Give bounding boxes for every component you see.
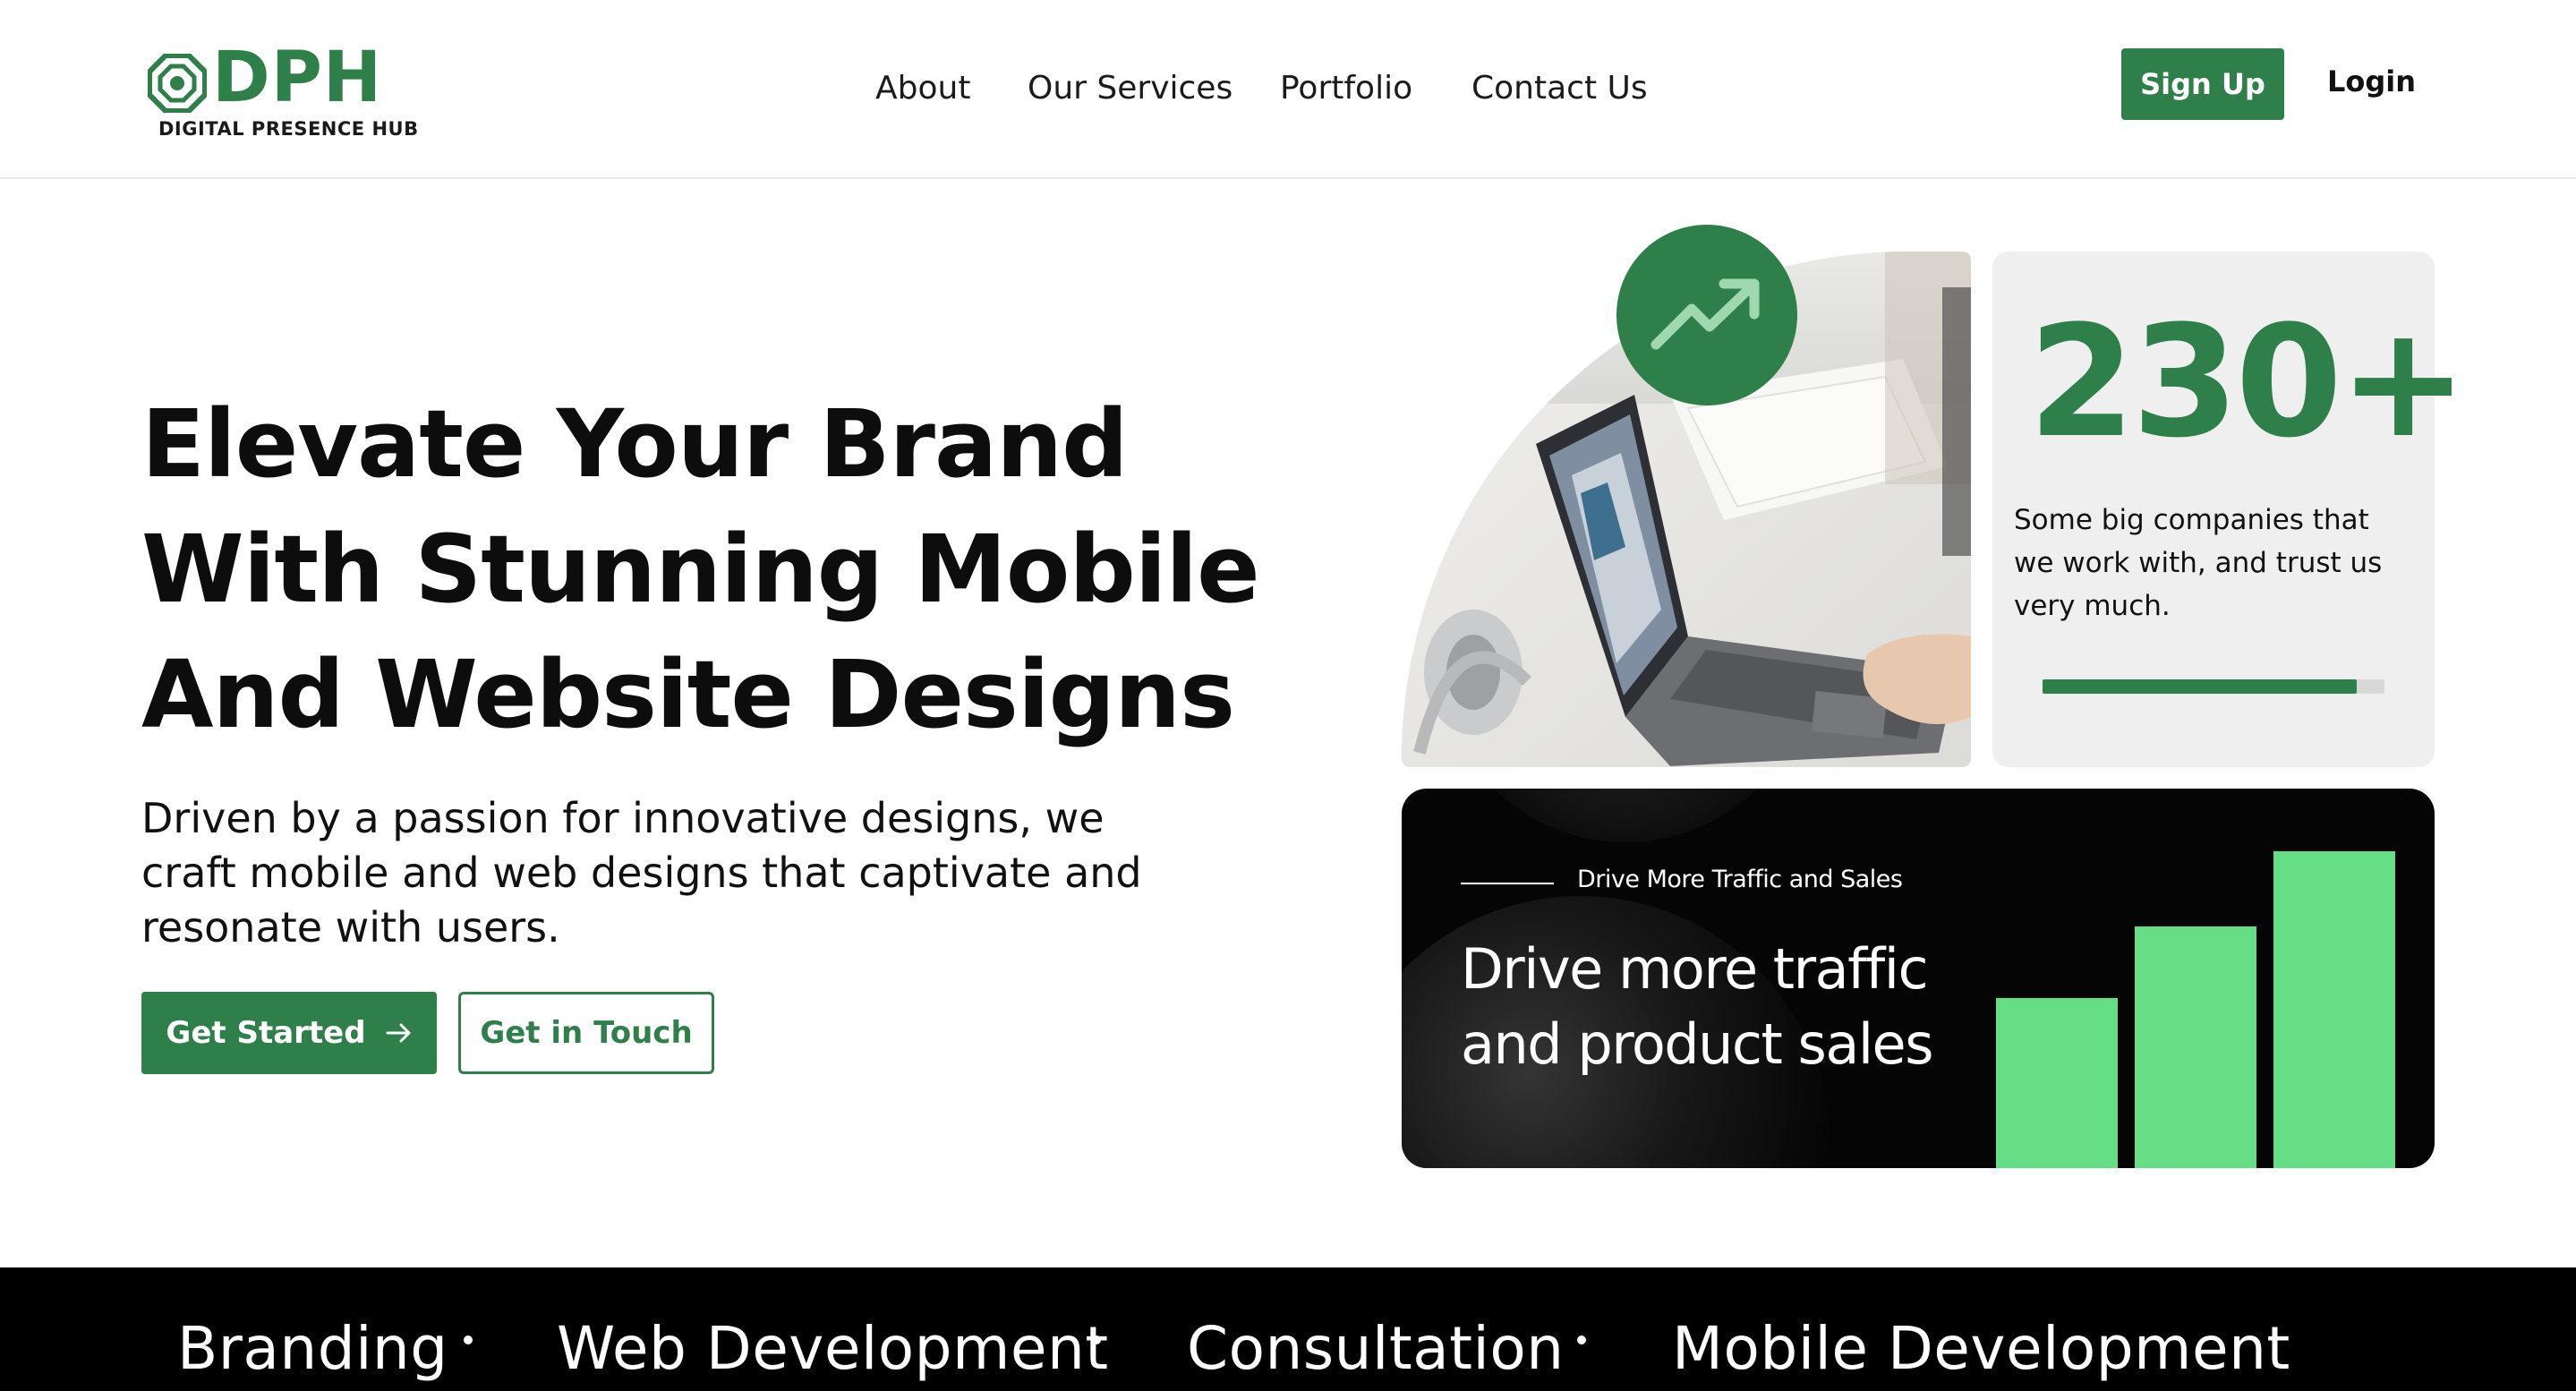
trending-up-badge (1616, 225, 1797, 405)
progress-bar (2043, 679, 2384, 694)
progress-bar-fill (2043, 679, 2358, 694)
arrow-right-icon (386, 1023, 411, 1043)
nav-about[interactable]: About (875, 70, 970, 107)
traffic-title: Drive more traffic and product sales (1461, 936, 1934, 1077)
stat-number: 230+ (2028, 292, 2468, 472)
logo-wordmark: DPH (212, 38, 383, 118)
logo-tagline: DIGITAL PRESENCE HUB (158, 118, 419, 140)
get-in-touch-button[interactable]: Get in Touch (458, 992, 714, 1074)
growth-bar (1996, 998, 2118, 1168)
get-started-label: Get Started (166, 1015, 366, 1051)
get-started-button[interactable]: Get Started (141, 992, 437, 1074)
service-branding: Branding (177, 1314, 448, 1383)
service-web-development: Web Development (557, 1314, 1109, 1383)
separator-dot (464, 1336, 473, 1344)
nav-contact-us[interactable]: Contact Us (1471, 70, 1648, 107)
hero-title-line: With Stunning Mobile (141, 515, 1260, 624)
growth-bars (1996, 851, 2399, 1168)
traffic-eyebrow: Drive More Traffic and Sales (1577, 866, 1903, 893)
hero-title: Elevate Your Brand With Stunning Mobile … (141, 381, 1260, 757)
stat-card: 230+ Some big companies that we work wit… (1992, 252, 2468, 767)
service-consultation: Consultation (1187, 1314, 1565, 1383)
decorative-sphere (1437, 789, 1813, 842)
sign-up-button[interactable]: Sign Up (2121, 48, 2284, 120)
logo[interactable]: DPH DIGITAL PRESENCE HUB (148, 43, 418, 145)
nav-our-services[interactable]: Our Services (1028, 70, 1233, 107)
logo-octagon-icon (148, 54, 207, 113)
login-link[interactable]: Login (2327, 64, 2416, 98)
growth-bar (2273, 851, 2395, 1168)
service-mobile-development: Mobile Development (1672, 1314, 2290, 1383)
hero-subtitle: Driven by a passion for innovative desig… (141, 794, 1142, 952)
hero-title-line: And Website Designs (141, 640, 1235, 749)
eyebrow-divider (1461, 883, 1554, 884)
hero-title-line: Elevate Your Brand (141, 389, 1129, 499)
growth-bar (2135, 926, 2256, 1168)
nav-portfolio[interactable]: Portfolio (1280, 70, 1412, 107)
stat-description: Some big companies that we work with, an… (2014, 504, 2383, 622)
traffic-card: Drive More Traffic and Sales Drive more … (1402, 789, 2435, 1168)
separator-dot (1577, 1336, 1586, 1344)
trending-up-icon (1651, 278, 1760, 350)
site-header: DPH DIGITAL PRESENCE HUB About Our Servi… (0, 0, 2576, 179)
separator-dot (1092, 1336, 1101, 1344)
